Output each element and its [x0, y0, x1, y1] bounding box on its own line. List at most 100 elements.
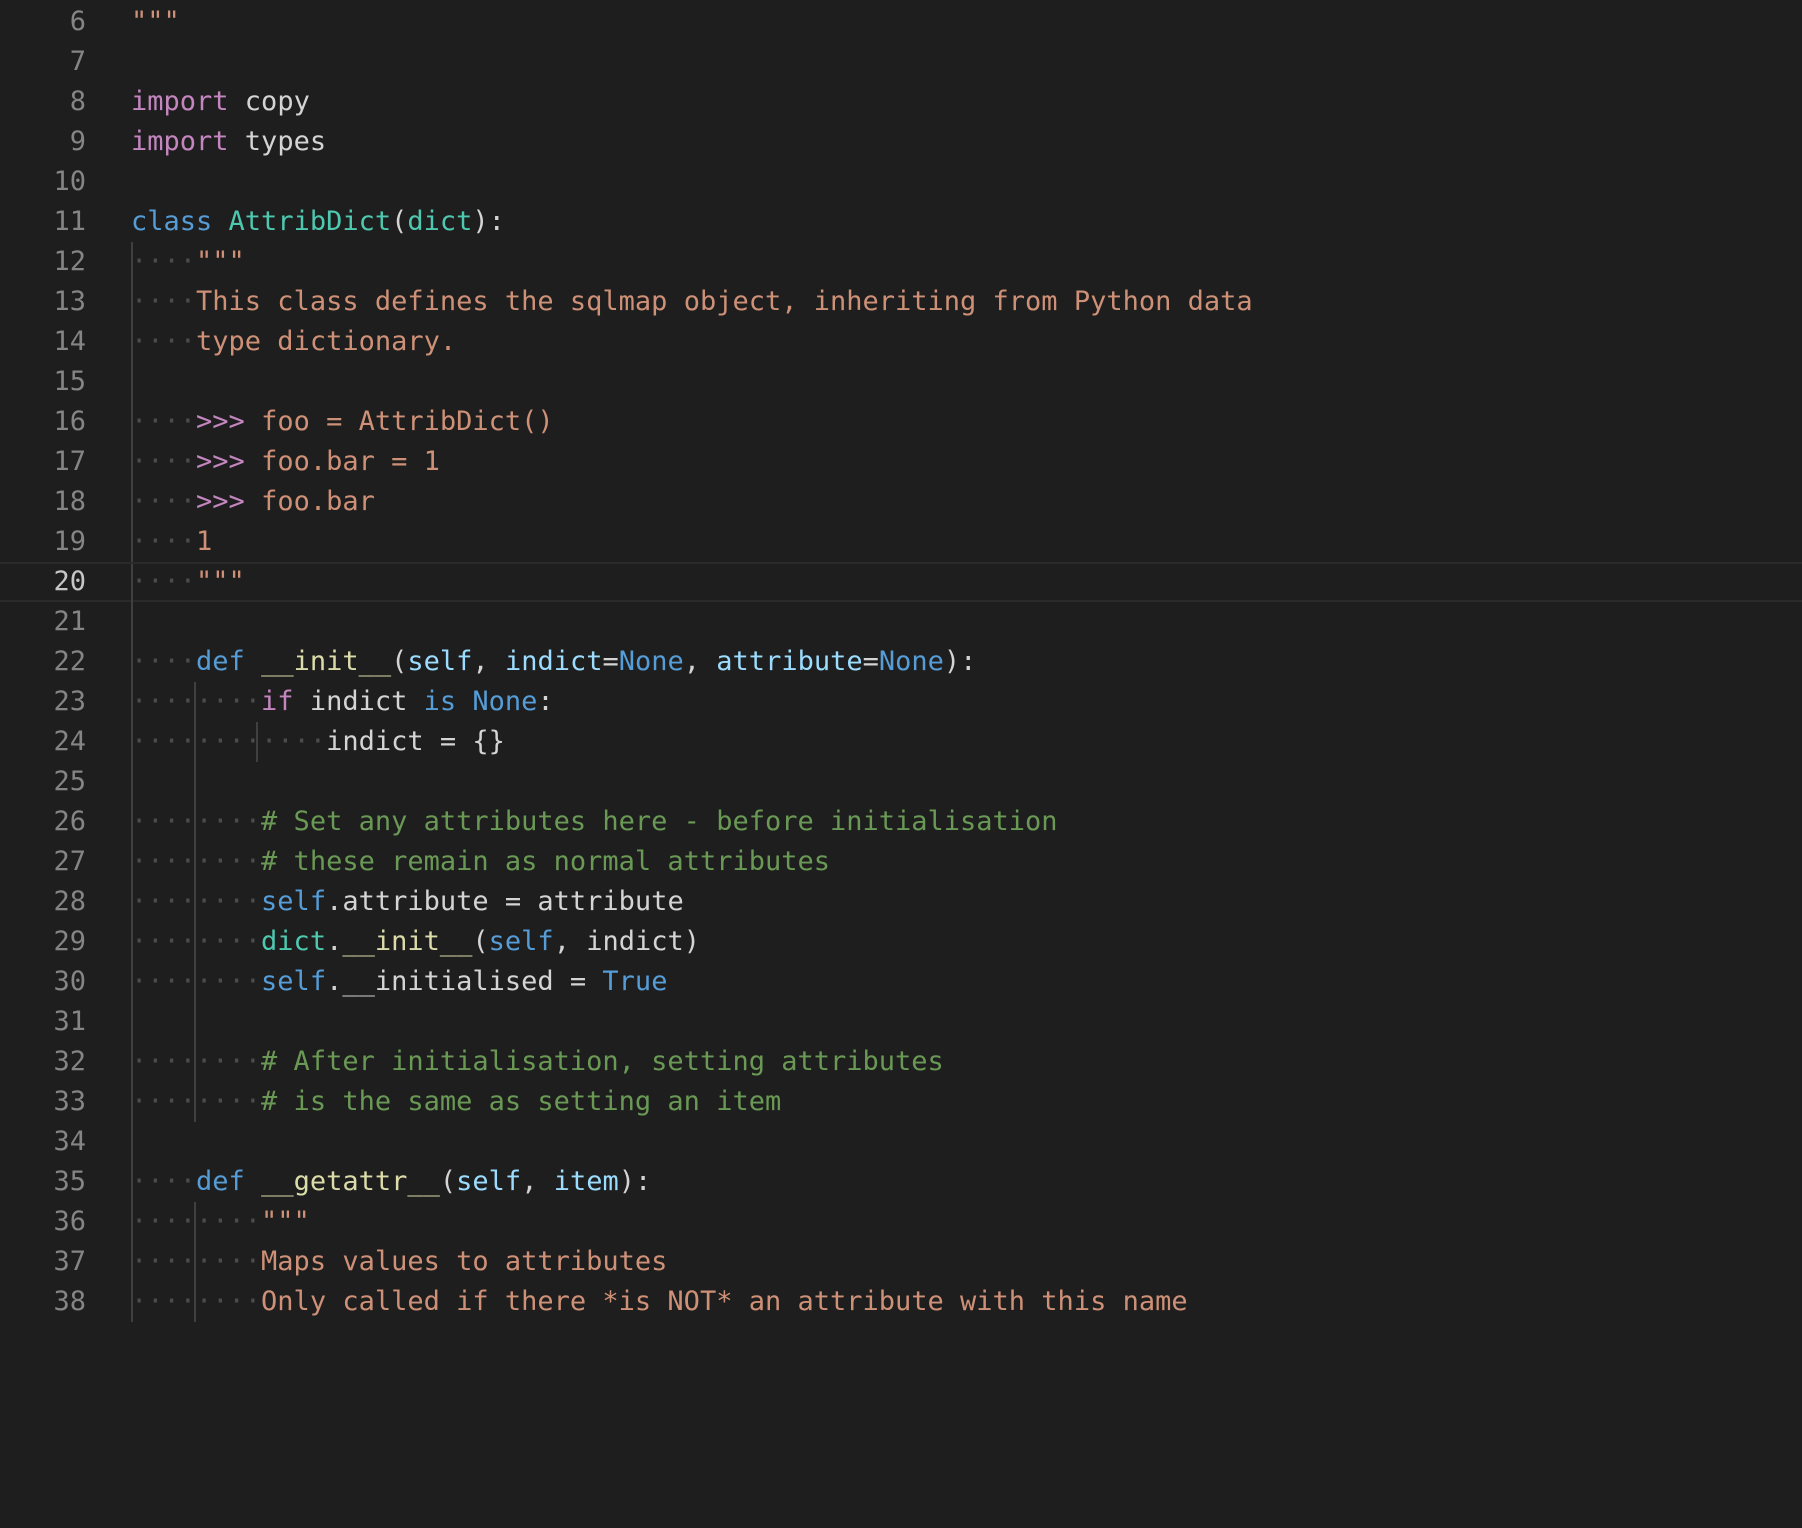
line-number[interactable]: 6 — [0, 2, 86, 42]
line-content[interactable]: ········""" — [131, 1202, 310, 1242]
code-line[interactable]: 30 ········self.__initialised = True — [0, 962, 1802, 1002]
line-number[interactable]: 12 — [0, 242, 86, 282]
line-content[interactable]: import types — [131, 122, 326, 162]
code-token: None — [472, 686, 538, 717]
line-content[interactable]: class AttribDict(dict): — [131, 202, 505, 242]
line-content[interactable]: ····def __getattr__(self, item): — [131, 1162, 651, 1202]
line-content[interactable]: ····type dictionary. — [131, 322, 456, 362]
code-line[interactable]: 28 ········self.attribute = attribute — [0, 882, 1802, 922]
code-line[interactable]: 10 — [0, 162, 1802, 202]
line-number[interactable]: 33 — [0, 1082, 86, 1122]
code-line[interactable]: 25 — [0, 762, 1802, 802]
line-content[interactable]: ····This class defines the sqlmap object… — [131, 282, 1253, 322]
line-number[interactable]: 31 — [0, 1002, 86, 1042]
line-content[interactable]: ············indict = {} — [131, 722, 505, 762]
line-content[interactable]: ····>>> foo.bar = 1 — [131, 442, 440, 482]
code-line[interactable]: 19 ····1 — [0, 522, 1802, 562]
line-content[interactable]: ····""" — [131, 564, 245, 600]
line-number[interactable]: 19 — [0, 522, 86, 562]
line-number[interactable]: 25 — [0, 762, 86, 802]
line-number[interactable]: 32 — [0, 1042, 86, 1082]
code-line[interactable]: 32 ········# After initialisation, settin… — [0, 1042, 1802, 1082]
code-line[interactable]: 33 ········# is the same as setting an it… — [0, 1082, 1802, 1122]
code-line[interactable]: 9 import types — [0, 122, 1802, 162]
line-content[interactable]: ····>>> foo = AttribDict() — [131, 402, 554, 442]
code-line[interactable]: 12 ····""" — [0, 242, 1802, 282]
code-line[interactable]: 15 — [0, 362, 1802, 402]
code-line[interactable]: 18 ····>>> foo.bar — [0, 482, 1802, 522]
code-line[interactable]: 11 class AttribDict(dict): — [0, 202, 1802, 242]
line-number[interactable]: 9 — [0, 122, 86, 162]
line-number[interactable]: 34 — [0, 1122, 86, 1162]
line-number[interactable]: 18 — [0, 482, 86, 522]
line-number[interactable]: 15 — [0, 362, 86, 402]
line-content[interactable]: ········Only called if there *is NOT* an… — [131, 1282, 1188, 1322]
line-content[interactable]: ········# is the same as setting an item — [131, 1082, 781, 1122]
line-content[interactable]: ········# these remain as normal attribu… — [131, 842, 830, 882]
line-number[interactable]: 16 — [0, 402, 86, 442]
line-number[interactable]: 30 — [0, 962, 86, 1002]
line-number[interactable]: 22 — [0, 642, 86, 682]
code-line[interactable]: 13 ····This class defines the sqlmap obje… — [0, 282, 1802, 322]
line-number[interactable]: 29 — [0, 922, 86, 962]
code-lines[interactable]: 5See the file 'LICENSE' for copying perm… — [0, 0, 1802, 1322]
code-line[interactable]: 17 ····>>> foo.bar = 1 — [0, 442, 1802, 482]
line-content[interactable]: """ — [131, 2, 180, 42]
line-number[interactable]: 11 — [0, 202, 86, 242]
code-line[interactable]: 37 ········Maps values to attributes — [0, 1242, 1802, 1282]
code-token: def — [196, 646, 245, 677]
code-editor[interactable]: 5See the file 'LICENSE' for copying perm… — [0, 0, 1802, 1528]
line-number[interactable]: 24 — [0, 722, 86, 762]
code-line[interactable]: 6 """ — [0, 2, 1802, 42]
code-line[interactable]: 22 ····def __init__(self, indict=None, at… — [0, 642, 1802, 682]
code-line[interactable]: 35 ····def __getattr__(self, item): — [0, 1162, 1802, 1202]
line-number[interactable]: 10 — [0, 162, 86, 202]
code-line[interactable]: 16 ····>>> foo = AttribDict() — [0, 402, 1802, 442]
line-number[interactable]: 13 — [0, 282, 86, 322]
line-content[interactable]: ····def __init__(self, indict=None, attr… — [131, 642, 976, 682]
line-number[interactable]: 21 — [0, 602, 86, 642]
line-number[interactable]: 8 — [0, 82, 86, 122]
line-number[interactable]: 35 — [0, 1162, 86, 1202]
code-line[interactable]: 29 ········dict.__init__(self, indict) — [0, 922, 1802, 962]
line-number[interactable]: 23 — [0, 682, 86, 722]
line-number[interactable]: 17 — [0, 442, 86, 482]
code-line[interactable]: 24 ············indict = {} — [0, 722, 1802, 762]
line-content[interactable]: ········self.__initialised = True — [131, 962, 667, 1002]
whitespace-marker: ···· — [131, 246, 197, 277]
code-line[interactable]: 8 import copy — [0, 82, 1802, 122]
line-content[interactable]: ········self.attribute = attribute — [131, 882, 684, 922]
code-line[interactable]: 38 ········Only called if there *is NOT* … — [0, 1282, 1802, 1322]
whitespace-marker: ···· — [131, 1166, 197, 1197]
line-content[interactable]: ········dict.__init__(self, indict) — [131, 922, 700, 962]
line-number[interactable]: 14 — [0, 322, 86, 362]
line-number[interactable]: 38 — [0, 1282, 86, 1322]
line-number[interactable]: 37 — [0, 1242, 86, 1282]
line-number[interactable]: 36 — [0, 1202, 86, 1242]
line-content[interactable]: ····>>> foo.bar — [131, 482, 375, 522]
code-line[interactable]: 36 ········""" — [0, 1202, 1802, 1242]
code-line[interactable]: 20 ····""" — [0, 562, 1802, 604]
code-line[interactable]: 34 — [0, 1122, 1802, 1162]
line-number[interactable]: 20 — [0, 564, 86, 600]
code-line[interactable]: 14 ····type dictionary. — [0, 322, 1802, 362]
line-content[interactable]: ········# After initialisation, setting … — [131, 1042, 944, 1082]
line-number[interactable]: 28 — [0, 882, 86, 922]
line-content[interactable]: ········if indict is None: — [131, 682, 554, 722]
line-number[interactable]: 7 — [0, 42, 86, 82]
line-number[interactable]: 27 — [0, 842, 86, 882]
line-content[interactable]: import copy — [131, 82, 310, 122]
line-content[interactable]: ········Maps values to attributes — [131, 1242, 667, 1282]
line-content[interactable]: ····1 — [131, 522, 212, 562]
line-content[interactable]: ········# Set any attributes here - befo… — [131, 802, 1058, 842]
code-line[interactable]: 23 ········if indict is None: — [0, 682, 1802, 722]
code-line[interactable]: 31 — [0, 1002, 1802, 1042]
line-number[interactable]: 26 — [0, 802, 86, 842]
whitespace-marker: ···· — [131, 486, 197, 517]
line-content[interactable]: ····""" — [131, 242, 245, 282]
code-line[interactable]: 27 ········# these remain as normal attri… — [0, 842, 1802, 882]
code-line[interactable]: 26 ········# Set any attributes here - be… — [0, 802, 1802, 842]
code-line[interactable]: 7 — [0, 42, 1802, 82]
code-line[interactable]: 21 — [0, 602, 1802, 642]
